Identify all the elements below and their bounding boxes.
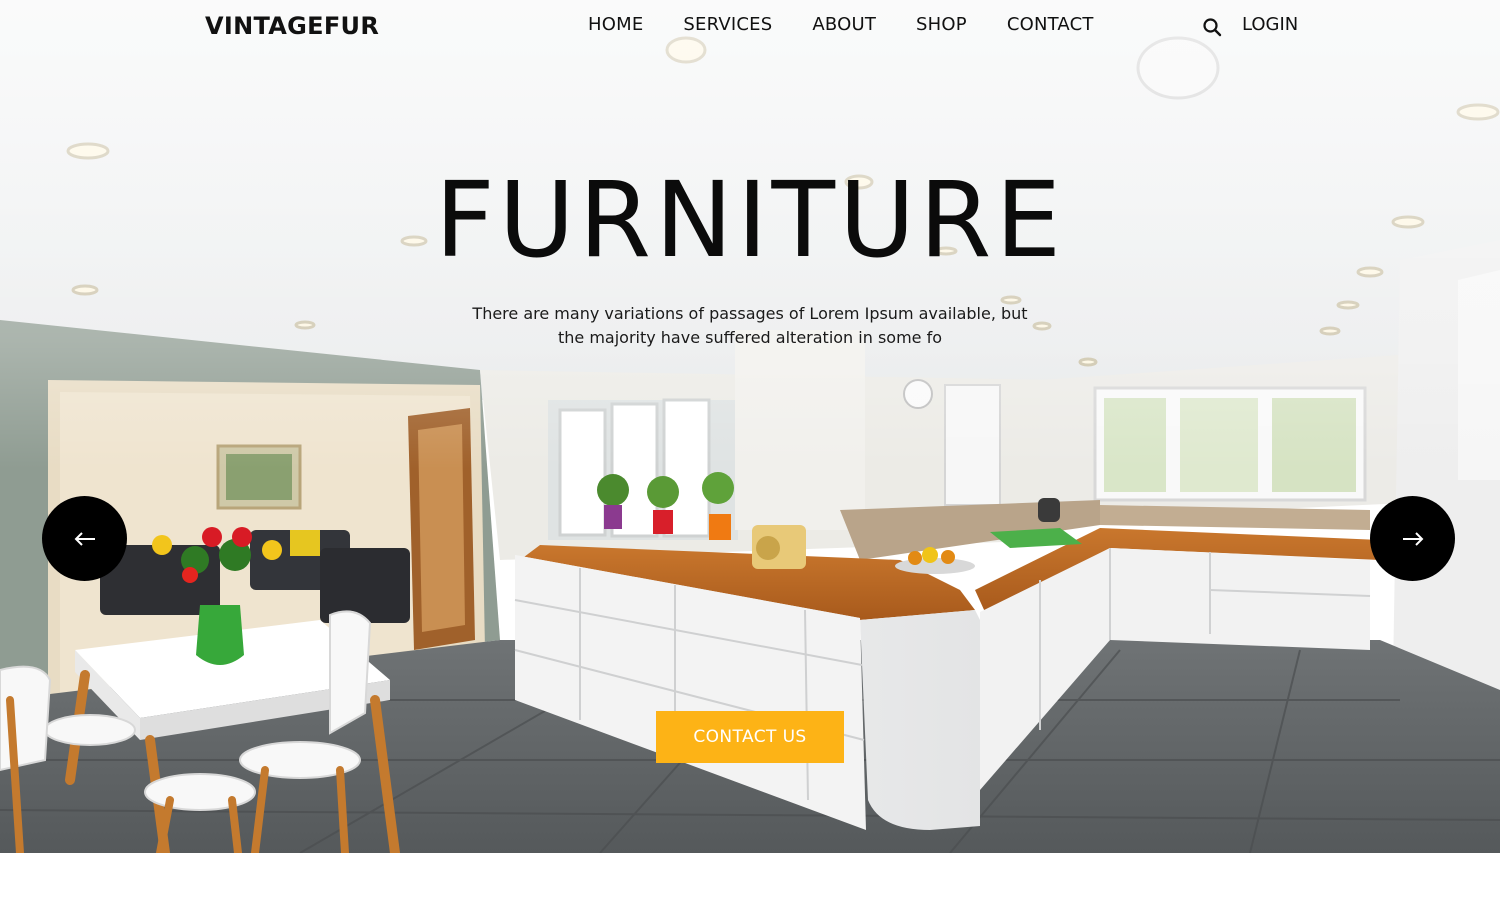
nav-shop[interactable]: SHOP	[916, 14, 967, 35]
hero-title: FURNITURE	[434, 159, 1066, 281]
login-link[interactable]: LOGIN	[1242, 14, 1298, 35]
slider-prev-button[interactable]	[42, 496, 127, 581]
slider-next-button[interactable]	[1370, 496, 1455, 581]
search-icon[interactable]	[1202, 17, 1222, 37]
nav-services[interactable]: SERVICES	[683, 14, 772, 35]
nav-contact[interactable]: CONTACT	[1007, 14, 1094, 35]
arrow-left-icon	[74, 531, 95, 546]
arrow-right-icon	[1402, 531, 1423, 546]
nav-home[interactable]: HOME	[588, 14, 643, 35]
hero-description: There are many variations of passages of…	[472, 304, 1028, 347]
contact-us-button[interactable]: CONTACT US	[656, 711, 844, 763]
main-nav: HOME SERVICES ABOUT SHOP CONTACT	[588, 14, 1094, 35]
site-logo[interactable]: VINTAGEFUR	[205, 12, 379, 40]
nav-about[interactable]: ABOUT	[812, 14, 876, 35]
site-header: VINTAGEFUR HOME SERVICES ABOUT SHOP CONT…	[0, 0, 1500, 56]
